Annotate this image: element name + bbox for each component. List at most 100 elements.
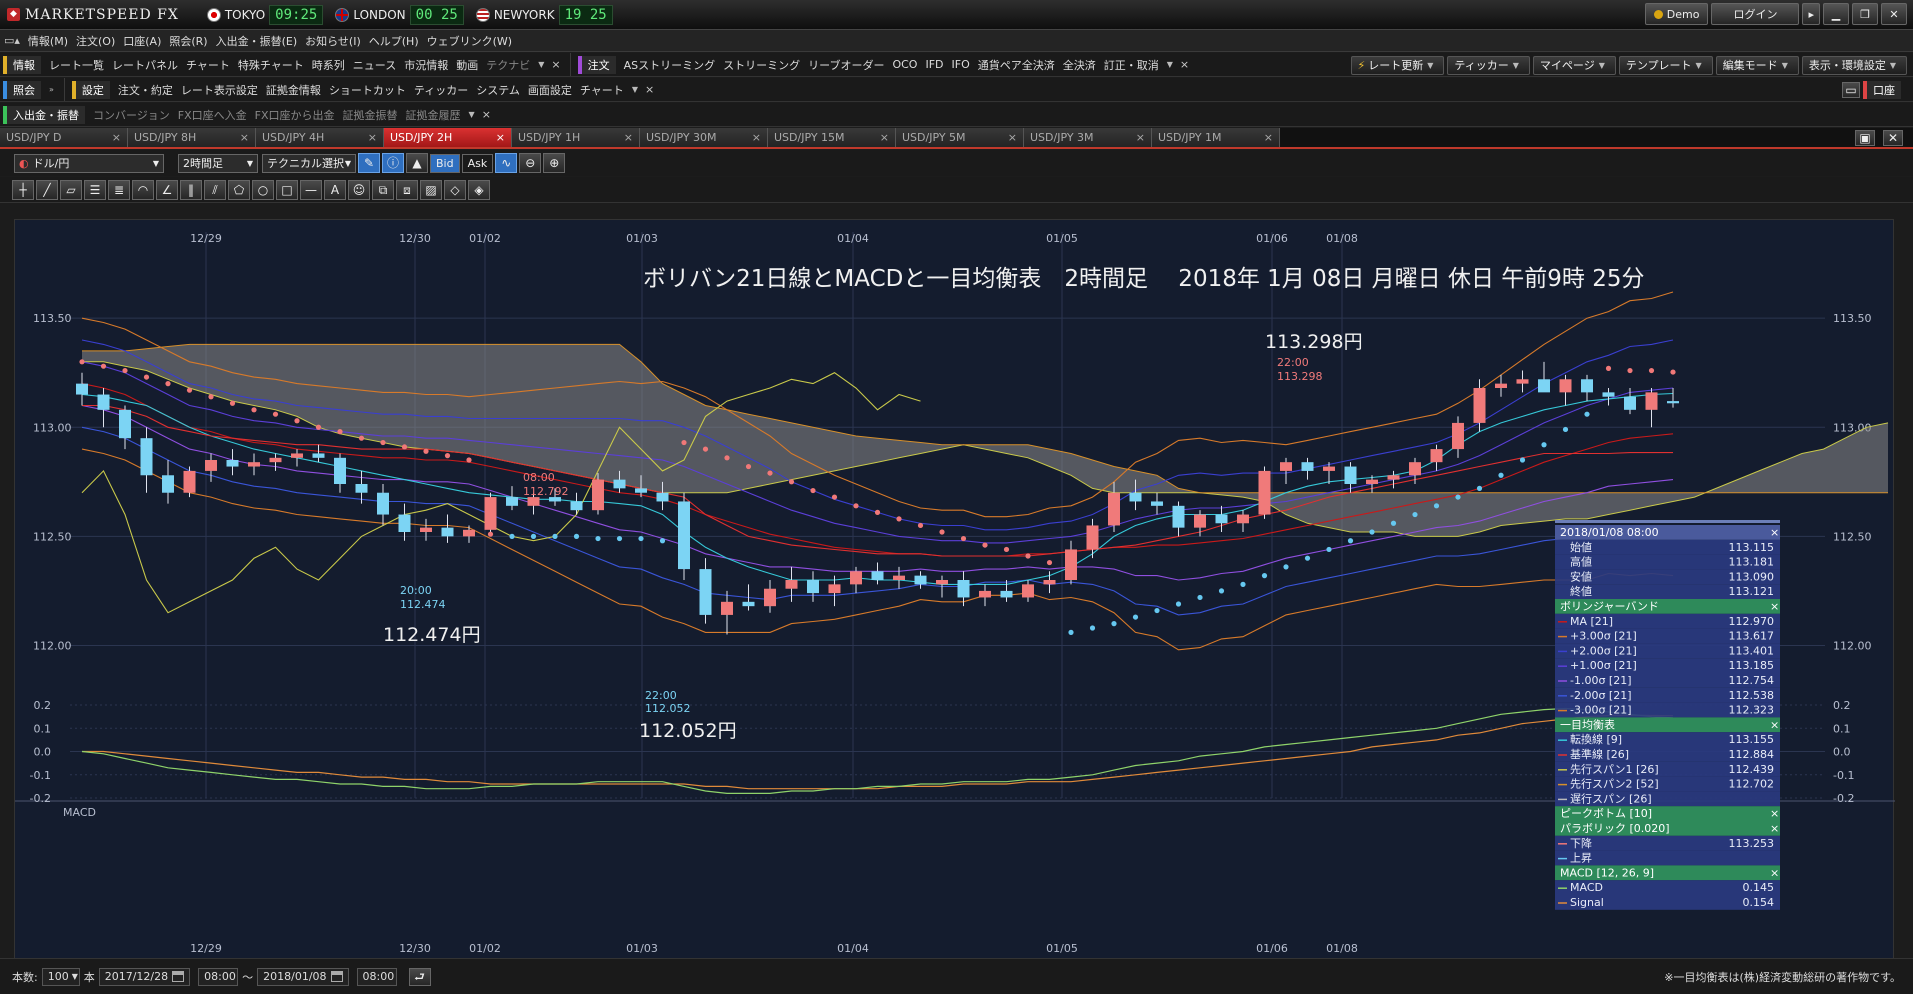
timeframe-select[interactable]: 2時間足 ▼ bbox=[178, 153, 258, 173]
transfer-item[interactable]: コンバージョン bbox=[89, 107, 174, 123]
close-icon[interactable]: × bbox=[645, 83, 654, 96]
fan-tool[interactable]: ◠ bbox=[132, 179, 154, 200]
tab-usdjpy-1h[interactable]: USD/JPY 1H × bbox=[512, 128, 640, 147]
info-item[interactable]: テクナビ bbox=[482, 57, 534, 73]
info-item[interactable]: チャート bbox=[182, 57, 234, 73]
refresh-range-button[interactable]: ⮐ bbox=[408, 967, 431, 986]
line-style-button[interactable]: ∿ bbox=[495, 153, 518, 173]
icon-tool[interactable]: ☺ bbox=[348, 179, 370, 200]
next-arrow-button[interactable]: ▸ bbox=[1802, 3, 1820, 25]
settings-item[interactable]: 証拠金情報 bbox=[262, 82, 325, 98]
trendline-tool[interactable]: ╱ bbox=[36, 179, 58, 200]
fibonacci-tool[interactable]: ≣ bbox=[108, 179, 130, 200]
technical-select[interactable]: テクニカル選択 ▼ bbox=[262, 153, 356, 173]
info-item[interactable]: レート一覧 bbox=[45, 57, 108, 73]
menu-help[interactable]: ヘルプ(H) bbox=[365, 33, 423, 49]
info-item[interactable]: レートパネル bbox=[108, 57, 182, 73]
chevron-down-icon[interactable]: ▼ bbox=[538, 60, 544, 69]
from-date-field[interactable]: 2017/12/28 bbox=[98, 967, 191, 986]
tab-usdjpy-15m[interactable]: USD/JPY 15M × bbox=[768, 128, 896, 147]
panel-icon[interactable]: ▭ bbox=[1842, 82, 1860, 98]
to-date-field[interactable]: 2018/01/08 bbox=[257, 967, 349, 986]
tab-usdjpy-1m[interactable]: USD/JPY 1M × bbox=[1152, 128, 1280, 147]
order-item[interactable]: 通貨ペア全決済 bbox=[974, 57, 1059, 73]
close-icon[interactable]: × bbox=[1136, 131, 1145, 144]
order-item[interactable]: 全決済 bbox=[1059, 57, 1100, 73]
order-item[interactable]: ストリーミング bbox=[719, 57, 804, 73]
ellipse-tool[interactable]: ○ bbox=[252, 179, 274, 200]
bar-count-select[interactable]: 100 ▼ bbox=[41, 967, 80, 986]
transfer-item[interactable]: FX口座へ入金 bbox=[174, 107, 251, 123]
to-time-field[interactable]: 08:00 bbox=[356, 967, 397, 986]
close-icon[interactable]: × bbox=[1180, 58, 1189, 71]
close-icon[interactable]: × bbox=[551, 58, 560, 71]
order-item[interactable]: IFD bbox=[921, 58, 947, 71]
menu-inquiry[interactable]: 照会(R) bbox=[165, 33, 211, 49]
delete-tool[interactable]: ▨ bbox=[420, 179, 442, 200]
tab-usdjpy-30m[interactable]: USD/JPY 30M × bbox=[640, 128, 768, 147]
menu-home-icon[interactable]: ▭▴ bbox=[0, 34, 24, 47]
maximize-chart-button[interactable]: ▣ bbox=[1855, 129, 1875, 146]
settings-item[interactable]: ショートカット bbox=[325, 82, 410, 98]
close-icon[interactable]: × bbox=[496, 131, 505, 144]
transfer-item[interactable]: FX口座から出金 bbox=[251, 107, 339, 123]
order-item[interactable]: ASストリーミング bbox=[620, 57, 720, 73]
menu-account[interactable]: 口座(A) bbox=[119, 33, 165, 49]
ask-button[interactable]: Ask bbox=[461, 153, 494, 173]
maximize-button[interactable]: ❐ bbox=[1852, 3, 1878, 25]
chevron-down-icon[interactable]: ▼ bbox=[632, 85, 638, 94]
order-item[interactable]: リーブオーダー bbox=[804, 57, 888, 73]
menu-transfer[interactable]: 入出金・振替(E) bbox=[212, 33, 302, 49]
ruler-tool[interactable]: ▱ bbox=[60, 179, 82, 200]
close-icon[interactable]: × bbox=[112, 131, 121, 144]
close-icon[interactable]: × bbox=[752, 131, 761, 144]
close-icon[interactable]: × bbox=[1008, 131, 1017, 144]
zoom-in-button[interactable]: ⊕ bbox=[543, 153, 566, 173]
settings-item[interactable]: 注文・約定 bbox=[114, 82, 177, 98]
channel-tool[interactable]: ⫽ bbox=[204, 179, 226, 200]
settings-item[interactable]: レート表示設定 bbox=[177, 82, 262, 98]
login-button[interactable]: ログイン bbox=[1711, 3, 1800, 25]
close-icon[interactable]: × bbox=[482, 108, 491, 121]
from-time-field[interactable]: 08:00 bbox=[198, 967, 239, 986]
transfer-item[interactable]: 証拠金履歴 bbox=[402, 107, 465, 123]
calendar-icon[interactable] bbox=[330, 971, 343, 982]
price-chart[interactable]: 12/29 12/29 12/30 12/30 01/02 01/02 01/03 01/03… bbox=[15, 220, 1895, 960]
close-icon[interactable]: × bbox=[368, 131, 377, 144]
horizontal-lines-tool[interactable]: ☰ bbox=[84, 179, 106, 200]
chart-area[interactable]: 12/29 12/29 12/30 12/30 01/02 01/02 01/03 01/03… bbox=[14, 219, 1895, 960]
eraser-tool[interactable]: ◇ bbox=[444, 179, 466, 200]
tab-usdjpy-3m[interactable]: USD/JPY 3M × bbox=[1024, 128, 1152, 147]
template-button[interactable]: テンプレート ▼ bbox=[1618, 55, 1713, 75]
tab-usdjpy-d[interactable]: USD/JPY D × bbox=[0, 128, 128, 147]
chevron-down-icon[interactable]: ▼ bbox=[1167, 60, 1173, 69]
info-button[interactable]: ⓘ bbox=[382, 153, 404, 173]
ticker-button[interactable]: ティッカー ▼ bbox=[1447, 55, 1530, 75]
menu-notice[interactable]: お知らせ(I) bbox=[301, 33, 365, 49]
edit-mode-button[interactable]: 編集モード ▼ bbox=[1715, 55, 1799, 75]
info-item[interactable]: ニュース bbox=[349, 57, 400, 73]
tab-usdjpy-2h[interactable]: USD/JPY 2H × bbox=[384, 128, 512, 147]
close-icon[interactable]: × bbox=[1264, 131, 1273, 144]
close-icon[interactable]: × bbox=[240, 131, 249, 144]
info-item[interactable]: 時系列 bbox=[308, 57, 349, 73]
settings-item[interactable]: 画面設定 bbox=[524, 82, 576, 98]
vertical-lines-tool[interactable]: ‖ bbox=[180, 179, 202, 200]
tab-usdjpy-8h[interactable]: USD/JPY 8H × bbox=[128, 128, 256, 147]
chevron-down-icon[interactable]: ▼ bbox=[469, 110, 475, 119]
tab-usdjpy-4h[interactable]: USD/JPY 4H × bbox=[256, 128, 384, 147]
angle-tool[interactable]: ∠ bbox=[156, 179, 178, 200]
polygon-tool[interactable]: ⬠ bbox=[228, 179, 250, 200]
minimize-button[interactable]: ▁ bbox=[1823, 3, 1849, 25]
display-settings-button[interactable]: 表示・環境設定 ▼ bbox=[1801, 55, 1907, 75]
erase-all-tool[interactable]: ◈ bbox=[468, 179, 490, 200]
order-item[interactable]: IFO bbox=[948, 58, 974, 71]
demo-button[interactable]: Demo bbox=[1644, 3, 1709, 25]
paste-tool[interactable]: ⧈ bbox=[396, 179, 418, 200]
settings-item[interactable]: ティッカー bbox=[410, 82, 472, 98]
info-item[interactable]: 動画 bbox=[452, 57, 482, 73]
close-icon[interactable]: × bbox=[624, 131, 633, 144]
close-chart-button[interactable]: ✕ bbox=[1883, 129, 1903, 146]
info-item[interactable]: 特殊チャート bbox=[234, 57, 308, 73]
info-item[interactable]: 市況情報 bbox=[400, 57, 452, 73]
